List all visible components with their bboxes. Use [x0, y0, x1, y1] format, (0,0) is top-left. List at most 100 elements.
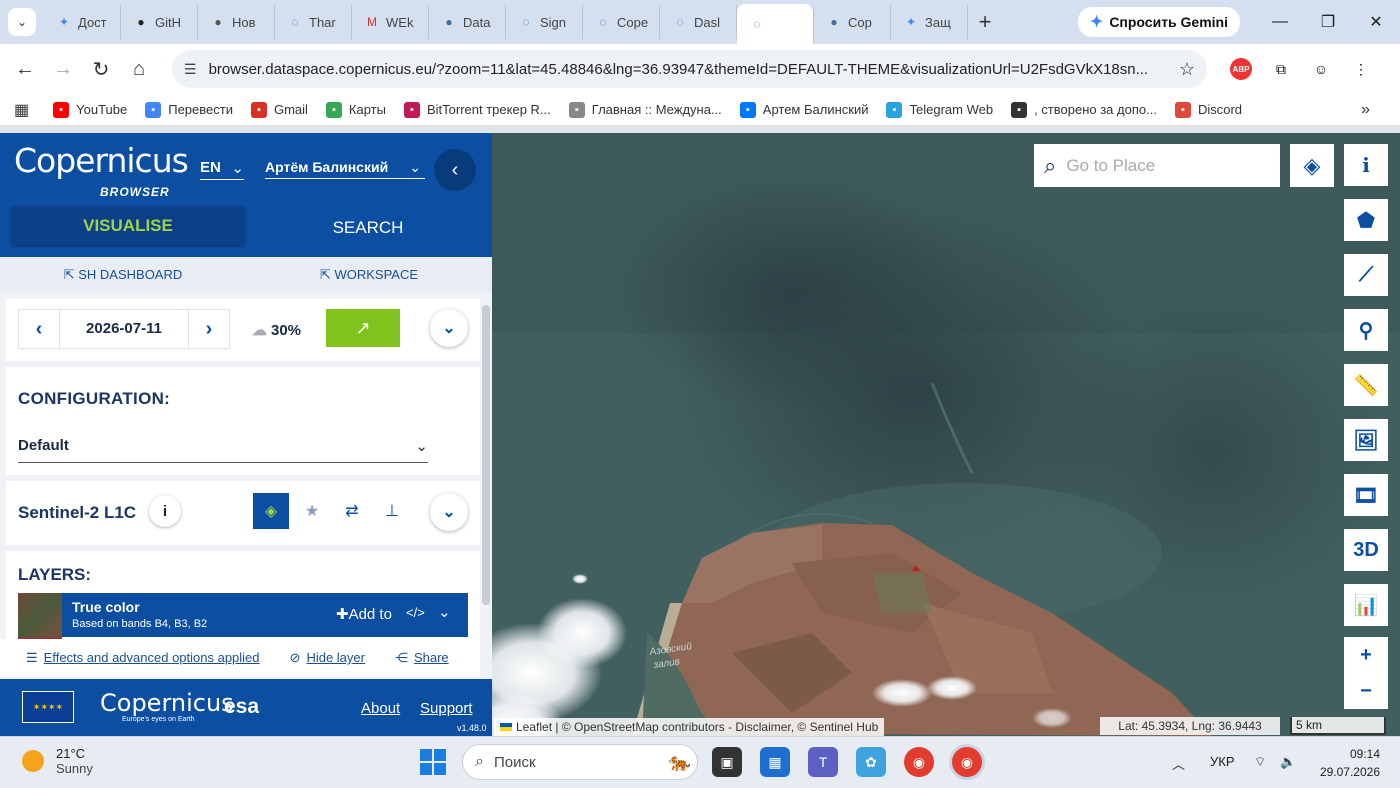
- bookmark-item[interactable]: ▪ BitTorrent трекер R...: [403, 101, 551, 118]
- minimize-button[interactable]: —: [1256, 13, 1304, 31]
- forward-button[interactable]: →: [44, 58, 82, 81]
- search-date-button[interactable]: ↗: [326, 309, 400, 347]
- collapse-sidebar-button[interactable]: ‹: [434, 149, 476, 191]
- chrome-app[interactable]: ◉: [904, 747, 934, 777]
- bookmark-item[interactable]: ▪ Gmail: [250, 101, 308, 118]
- 3d-view-button[interactable]: 3D: [1344, 529, 1388, 571]
- browser-tab[interactable]: M WEk: [352, 5, 429, 39]
- browser-tab[interactable]: ✦ Защ: [891, 5, 968, 39]
- system-clock[interactable]: 09:14 29.07.2026: [1310, 745, 1380, 781]
- browser-tab[interactable]: ● GitH: [121, 5, 198, 39]
- teams-app[interactable]: T: [808, 747, 838, 777]
- start-button[interactable]: [420, 749, 446, 775]
- bookmark-item[interactable]: ▪ , створено за допо...: [1011, 101, 1157, 118]
- expand-date-button[interactable]: ⌄: [430, 309, 468, 347]
- bookmark-item[interactable]: ▪ Главная :: Междуна...: [568, 101, 722, 118]
- bookmark-item[interactable]: ▪ Telegram Web: [886, 101, 993, 118]
- histogram-button[interactable]: 📊: [1344, 584, 1388, 626]
- support-link[interactable]: Support: [420, 700, 473, 717]
- chrome-profile-app[interactable]: ◉: [952, 747, 982, 777]
- language-select[interactable]: EN ⌄: [200, 159, 244, 180]
- close-window-button[interactable]: ✕: [1352, 12, 1400, 32]
- volume-button[interactable]: 🔈: [1280, 754, 1296, 770]
- browser-tab[interactable]: ● Нов: [198, 5, 275, 39]
- bookmark-item[interactable]: ▪ Discord: [1174, 101, 1242, 118]
- tray-overflow-button[interactable]: ︿: [1172, 754, 1185, 773]
- user-menu[interactable]: Артём Балинский ⌄: [265, 159, 425, 179]
- browser-tab[interactable]: ◌ Dasl: [660, 5, 737, 39]
- expand-layer-button[interactable]: ⌄: [438, 603, 451, 621]
- browser-tab[interactable]: ◌ Thar: [275, 5, 352, 39]
- weather-widget[interactable]: 21°C Sunny: [22, 746, 93, 776]
- code-button[interactable]: </>: [406, 605, 425, 620]
- expand-collection-button[interactable]: ⌄: [430, 493, 468, 531]
- tab-search[interactable]: SEARCH: [244, 207, 492, 249]
- sidebar-scrollbar[interactable]: [482, 305, 490, 605]
- browser-tab[interactable]: ● Cop: [814, 5, 891, 39]
- browser-tab[interactable]: ◌: [737, 4, 814, 44]
- ask-gemini-button[interactable]: ✦ Спросить Gemini: [1077, 7, 1240, 37]
- pin-button[interactable]: ⊥: [374, 493, 410, 529]
- profile-avatar[interactable]: ☺: [1301, 61, 1341, 77]
- share-button[interactable]: ⋲ Share: [395, 650, 449, 666]
- download-image-button[interactable]: 🖼: [1344, 419, 1388, 461]
- bookmark-item[interactable]: ▪ Карты: [325, 101, 386, 118]
- more-bookmarks-button[interactable]: »: [1361, 101, 1370, 119]
- layer-item-true-color[interactable]: True color Based on bands B4, B3, B2 ✚Ad…: [18, 593, 468, 637]
- home-button[interactable]: ⌂: [120, 58, 158, 81]
- browser-tab[interactable]: ✦ Дост: [44, 5, 121, 39]
- hide-layer-button[interactable]: ⊘ Hide layer: [290, 650, 365, 666]
- bookmark-star-icon[interactable]: ☆: [1179, 59, 1195, 80]
- input-language[interactable]: УКР: [1210, 754, 1235, 769]
- browser-tab[interactable]: ● Data: [429, 5, 506, 39]
- tab-visualise[interactable]: VISUALISE: [12, 207, 244, 245]
- restore-button[interactable]: ❐: [1304, 12, 1352, 32]
- draw-line-button[interactable]: ⟋: [1344, 254, 1388, 296]
- place-marker-button[interactable]: ⚲: [1344, 309, 1388, 351]
- copilot-app[interactable]: ✿: [856, 747, 886, 777]
- browser-menu-button[interactable]: ⋮: [1341, 61, 1381, 78]
- about-link[interactable]: About: [361, 700, 400, 717]
- draw-polygon-button[interactable]: ⬟: [1344, 199, 1388, 241]
- workspace-link[interactable]: ⇱ WORKSPACE: [246, 267, 492, 283]
- configuration-select[interactable]: Default ⌄: [18, 437, 428, 463]
- bookmark-item[interactable]: ▪ Артем Балинский: [739, 101, 868, 118]
- compare-button[interactable]: ⇄: [334, 493, 370, 529]
- network-button[interactable]: ⌔: [1254, 754, 1266, 770]
- info-button[interactable]: i: [1344, 144, 1388, 186]
- favorite-button[interactable]: ★: [294, 493, 330, 529]
- url-text[interactable]: browser.dataspace.copernicus.eu/?zoom=11…: [209, 61, 1169, 78]
- copernicus-browser-logo[interactable]: Copernicus BROWSER: [14, 141, 189, 199]
- new-tab-button[interactable]: +: [968, 9, 1002, 35]
- effects-link[interactable]: ☰ Effects and advanced options applied: [26, 650, 260, 666]
- reload-button[interactable]: ↻: [82, 57, 120, 82]
- apps-button[interactable]: ▦: [14, 100, 29, 120]
- zoom-out-button[interactable]: −: [1344, 673, 1388, 709]
- date-input[interactable]: 2026-07-11: [59, 309, 189, 349]
- sh-dashboard-link[interactable]: ⇱ SH DASHBOARD: [0, 267, 246, 283]
- address-bar[interactable]: ☰ browser.dataspace.copernicus.eu/?zoom=…: [172, 50, 1207, 88]
- taskbar-search[interactable]: ⌕ Поиск 🐅: [462, 744, 698, 780]
- tab-search-button[interactable]: ⌄: [8, 8, 36, 36]
- measure-button[interactable]: 📏: [1344, 364, 1388, 406]
- browser-tab[interactable]: ◌ Sign: [506, 5, 583, 39]
- back-button[interactable]: ←: [6, 58, 44, 81]
- bookmark-item[interactable]: ▪ YouTube: [53, 101, 127, 118]
- go-to-place-input[interactable]: ⌕ Go to Place: [1034, 144, 1280, 187]
- timelapse-button[interactable]: 🎞: [1344, 474, 1388, 516]
- site-info-icon[interactable]: ☰: [184, 61, 197, 78]
- extensions-button[interactable]: ⧉: [1261, 61, 1301, 78]
- base-layers-button[interactable]: ◈: [1290, 144, 1334, 187]
- store-app[interactable]: ▦: [760, 747, 790, 777]
- adblock-extension-button[interactable]: ABP: [1221, 58, 1261, 80]
- bookmark-item[interactable]: ▪ Перевести: [145, 101, 233, 118]
- zoom-in-button[interactable]: +: [1344, 637, 1388, 673]
- satellite-map[interactable]: Азовский залив ⌕ Go to Place ◈ i ⬟ ⟋ ⚲ 📏 …: [492, 133, 1400, 736]
- add-to-button[interactable]: ✚Add to: [336, 605, 392, 623]
- collection-info-button[interactable]: i: [149, 495, 181, 527]
- next-date-button[interactable]: ›: [189, 318, 229, 341]
- browser-tab[interactable]: ◌ Cope: [583, 5, 660, 39]
- task-view-button[interactable]: ▣: [712, 747, 742, 777]
- cloud-coverage[interactable]: ☁ 30%: [252, 321, 301, 339]
- layers-toggle-button[interactable]: ◈: [253, 493, 289, 529]
